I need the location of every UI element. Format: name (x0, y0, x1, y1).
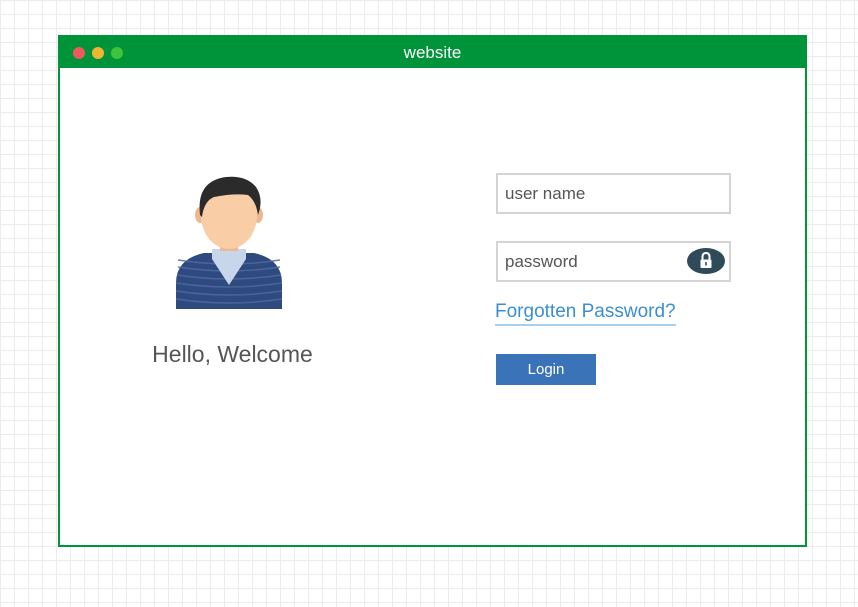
user-avatar-icon (175, 176, 283, 309)
lock-icon[interactable] (687, 248, 725, 274)
welcome-message: Hello, Welcome (152, 341, 313, 367)
window-title: website (403, 43, 462, 62)
username-input[interactable] (498, 175, 729, 212)
title-bar: website (60, 37, 805, 68)
password-field[interactable] (496, 241, 731, 282)
browser-window: website Hello, Welcome user name Forgott… (58, 35, 807, 547)
username-field[interactable] (496, 173, 731, 214)
login-button[interactable]: Login (496, 354, 596, 385)
forgot-password-link[interactable]: Forgotten Password? (495, 300, 676, 326)
